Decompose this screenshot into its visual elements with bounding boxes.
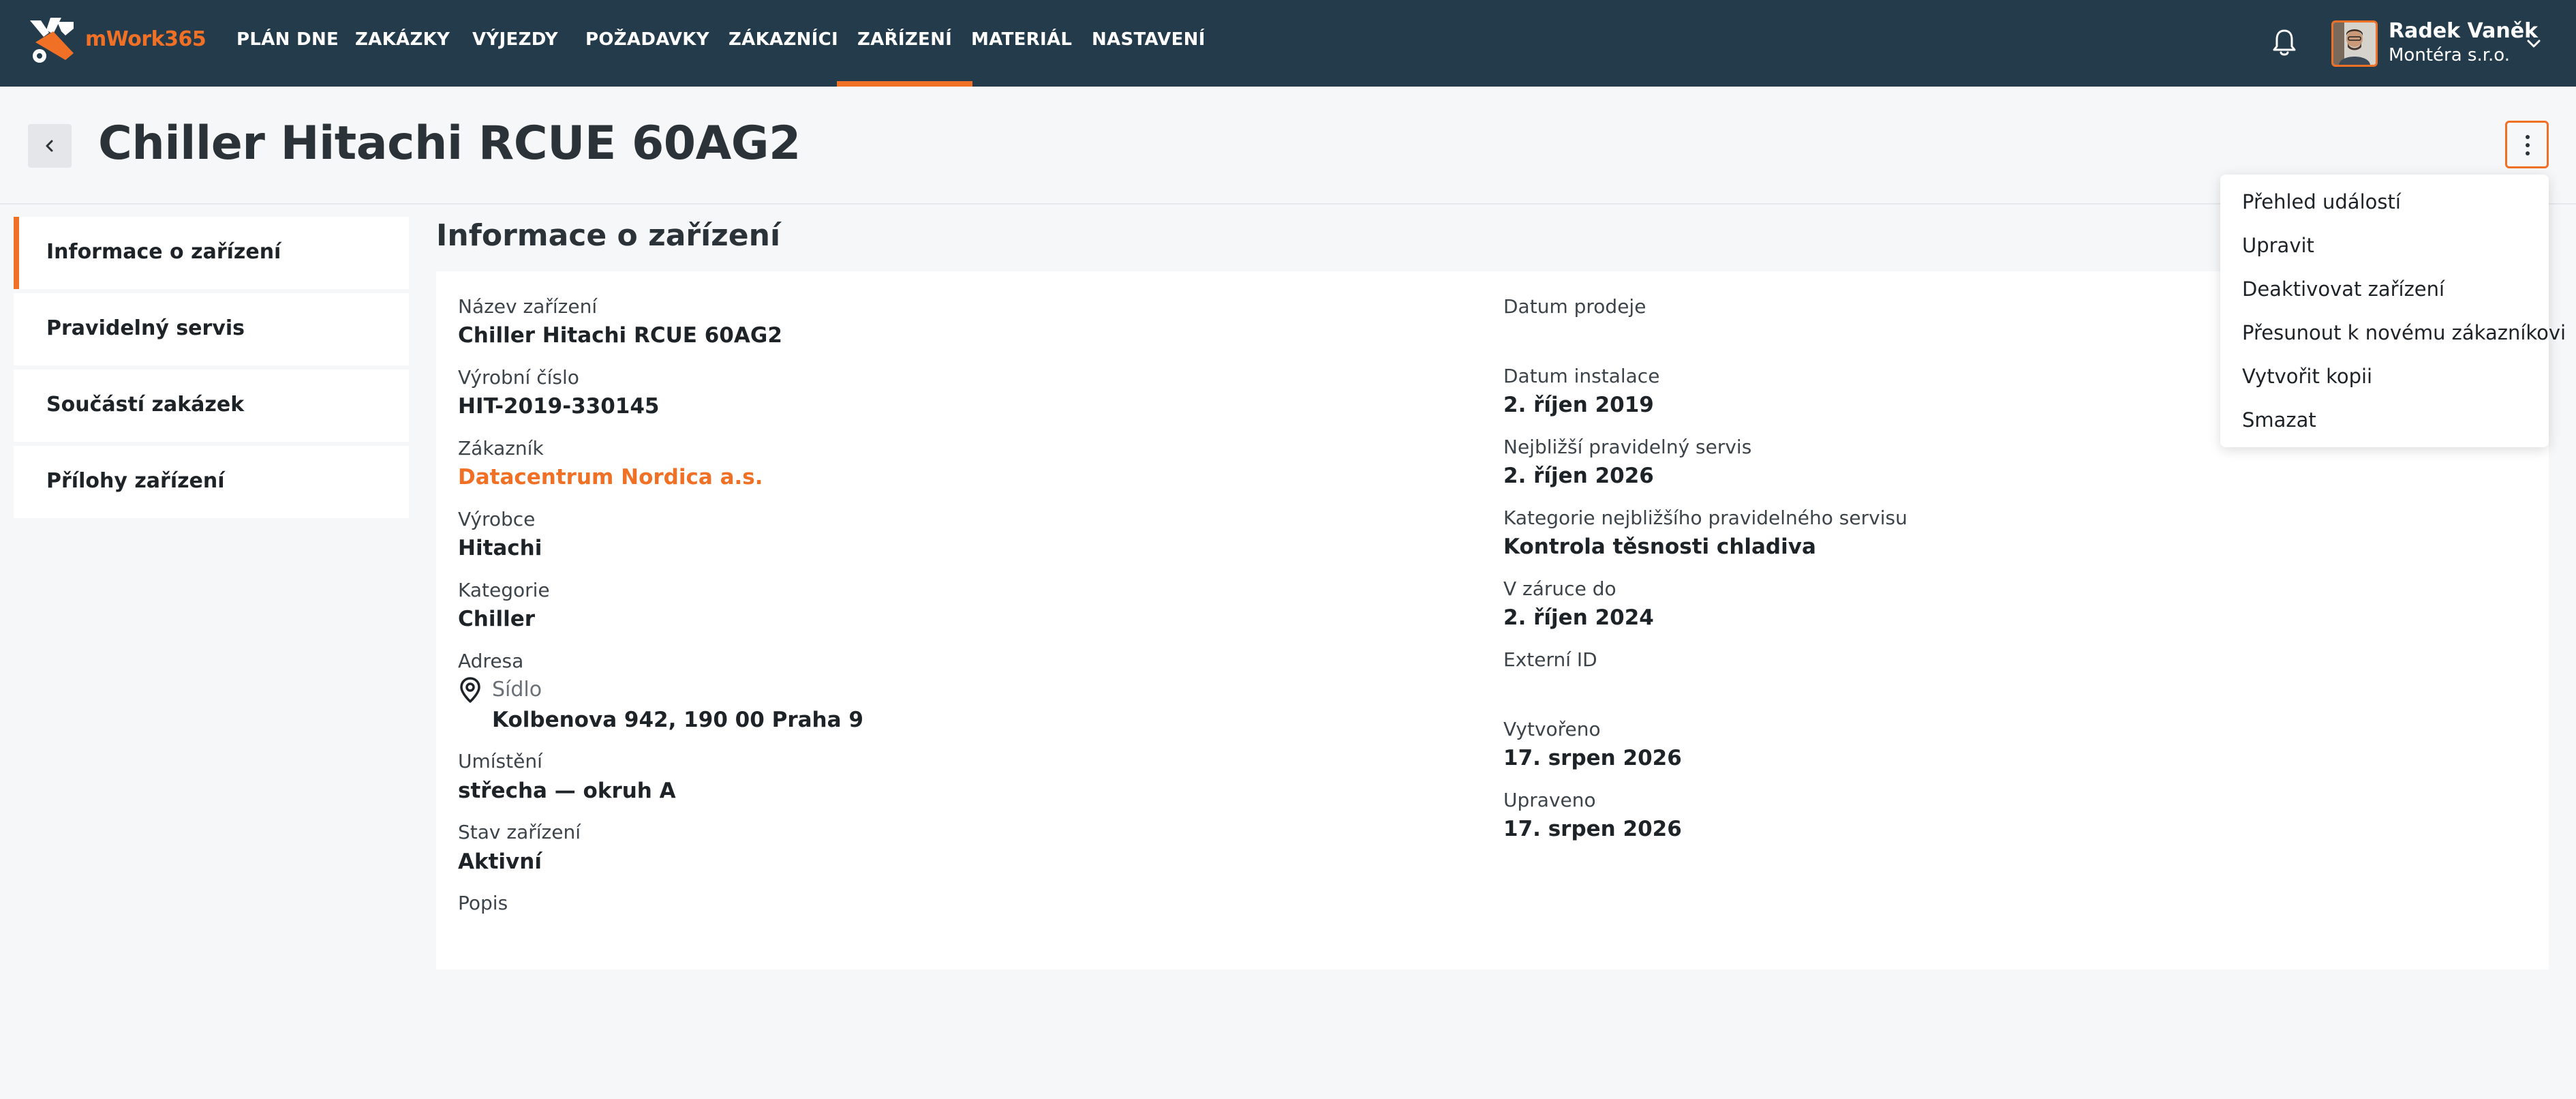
sidebar-item-prilohy[interactable]: Přílohy zařízení: [14, 446, 409, 518]
nav-item-zakaznici[interactable]: ZÁKAZNÍCI: [729, 0, 838, 87]
field-label-upraveno: Upraveno: [1503, 789, 1596, 811]
field-label-datum-instalace: Datum instalace: [1503, 365, 1660, 387]
field-value-adresa: Kolbenova 942, 190 00 Praha 9: [492, 708, 863, 732]
field-value-nazev: Chiller Hitachi RCUE 60AG2: [458, 323, 782, 348]
nav-item-material[interactable]: MATERIÁL: [971, 0, 1072, 87]
menu-item-smazat[interactable]: Smazat: [2220, 398, 2549, 442]
menu-item-deaktivovat[interactable]: Deaktivovat zařízení: [2220, 267, 2549, 311]
field-label-nejblizsi-servis: Nejbližší pravidelný servis: [1503, 436, 1752, 458]
field-value-umisteni: střecha — okruh A: [458, 779, 676, 803]
nav-item-pozadavky[interactable]: POŽADAVKY: [585, 0, 709, 87]
nav-item-plan-dne[interactable]: PLÁN DNE: [236, 0, 339, 87]
menu-item-presunout[interactable]: Přesunout k novému zákazníkovi: [2220, 311, 2566, 355]
address-type: Sídlo: [492, 678, 542, 702]
chevron-down-icon[interactable]: [2524, 34, 2543, 53]
sidebar-item-soucasti-zakazek[interactable]: Součástí zakázek: [14, 370, 409, 442]
more-actions-button[interactable]: [2505, 121, 2549, 168]
field-label-stav: Stav zařízení: [458, 821, 581, 843]
field-value-kategorie-servisu: Kontrola těsnosti chladiva: [1503, 535, 1816, 559]
menu-item-prehled-udalosti[interactable]: Přehled událostí: [2220, 180, 2549, 224]
field-value-stav: Aktivní: [458, 849, 542, 874]
customer-link[interactable]: Datacentrum Nordica a.s.: [458, 465, 763, 490]
field-label-vyrobce: Výrobce: [458, 508, 536, 530]
page-title: Chiller Hitachi RCUE 60AG2: [98, 117, 801, 170]
field-label-nazev: Název zařízení: [458, 295, 598, 318]
field-value-zaruka: 2. říjen 2024: [1503, 605, 1654, 630]
sidebar-item-informace[interactable]: Informace o zařízení: [14, 217, 409, 289]
field-label-zakaznik: Zákazník: [458, 437, 544, 460]
sidebar-item-label: Pravidelný servis: [46, 316, 245, 340]
nav-item-nastaveni[interactable]: NASTAVENÍ: [1092, 0, 1206, 87]
field-label-datum-prodeje: Datum prodeje: [1503, 295, 1646, 318]
field-label-kategorie-servisu: Kategorie nejbližšího pravidelného servi…: [1503, 507, 1907, 529]
nav-item-zakazky[interactable]: ZAKÁZKY: [355, 0, 450, 87]
back-button[interactable]: [28, 124, 72, 168]
sidebar-item-label: Součástí zakázek: [46, 393, 245, 417]
field-value-upraveno: 17. srpen 2026: [1503, 817, 1682, 841]
avatar[interactable]: [2331, 20, 2378, 67]
sidebar-item-label: Přílohy zařízení: [46, 469, 225, 493]
mwork-logo-icon[interactable]: [26, 15, 80, 67]
app-name[interactable]: mWork365: [85, 27, 206, 51]
field-value-vytvoreno: 17. srpen 2026: [1503, 746, 1682, 770]
field-label-umisteni: Umístění: [458, 750, 542, 772]
bell-icon[interactable]: [2271, 27, 2298, 57]
field-label-kategorie: Kategorie: [458, 579, 550, 601]
kebab-dot-icon: [2526, 135, 2530, 139]
field-label-vyrobni-cislo: Výrobní číslo: [458, 366, 579, 389]
nav-item-zarizeni[interactable]: ZAŘÍZENÍ: [836, 0, 973, 87]
sidebar-item-pravidelny-servis[interactable]: Pravidelný servis: [14, 293, 409, 365]
field-label-zaruka: V záruce do: [1503, 577, 1616, 600]
nav-item-vyjezdy[interactable]: VÝJEZDY: [472, 0, 558, 87]
field-value-vyrobni-cislo: HIT-2019-330145: [458, 394, 660, 419]
page-header: Chiller Hitachi RCUE 60AG2: [0, 87, 2576, 205]
kebab-dot-icon: [2526, 151, 2530, 155]
field-label-adresa: Adresa: [458, 650, 524, 672]
field-label-externi-id: Externí ID: [1503, 648, 1597, 671]
field-label-vytvoreno: Vytvořeno: [1503, 718, 1601, 740]
user-company: Montéra s.r.o.: [2389, 45, 2510, 65]
kebab-dot-icon: [2526, 143, 2530, 147]
field-label-popis: Popis: [458, 892, 508, 914]
user-name[interactable]: Radek Vaněk: [2389, 19, 2538, 43]
field-value-kategorie: Chiller: [458, 607, 536, 631]
sidebar-item-label: Informace o zařízení: [46, 240, 281, 264]
user-avatar-icon: [2333, 22, 2376, 65]
more-actions-menu: Přehled událostí Upravit Deaktivovat zař…: [2220, 175, 2566, 447]
chevron-left-icon: [46, 140, 53, 152]
menu-item-vytvorit-kopii[interactable]: Vytvořit kopii: [2220, 355, 2549, 398]
field-value-vyrobce: Hitachi: [458, 536, 542, 560]
top-navbar: mWork365 PLÁN DNE ZAKÁZKY VÝJEZDY POŽADA…: [0, 0, 2576, 87]
section-title: Informace o zařízení: [436, 218, 781, 253]
map-pin-icon: [460, 677, 480, 703]
menu-item-upravit[interactable]: Upravit: [2220, 224, 2549, 267]
field-value-nejblizsi-servis: 2. říjen 2026: [1503, 464, 1654, 488]
field-value-datum-instalace: 2. říjen 2019: [1503, 393, 1654, 417]
